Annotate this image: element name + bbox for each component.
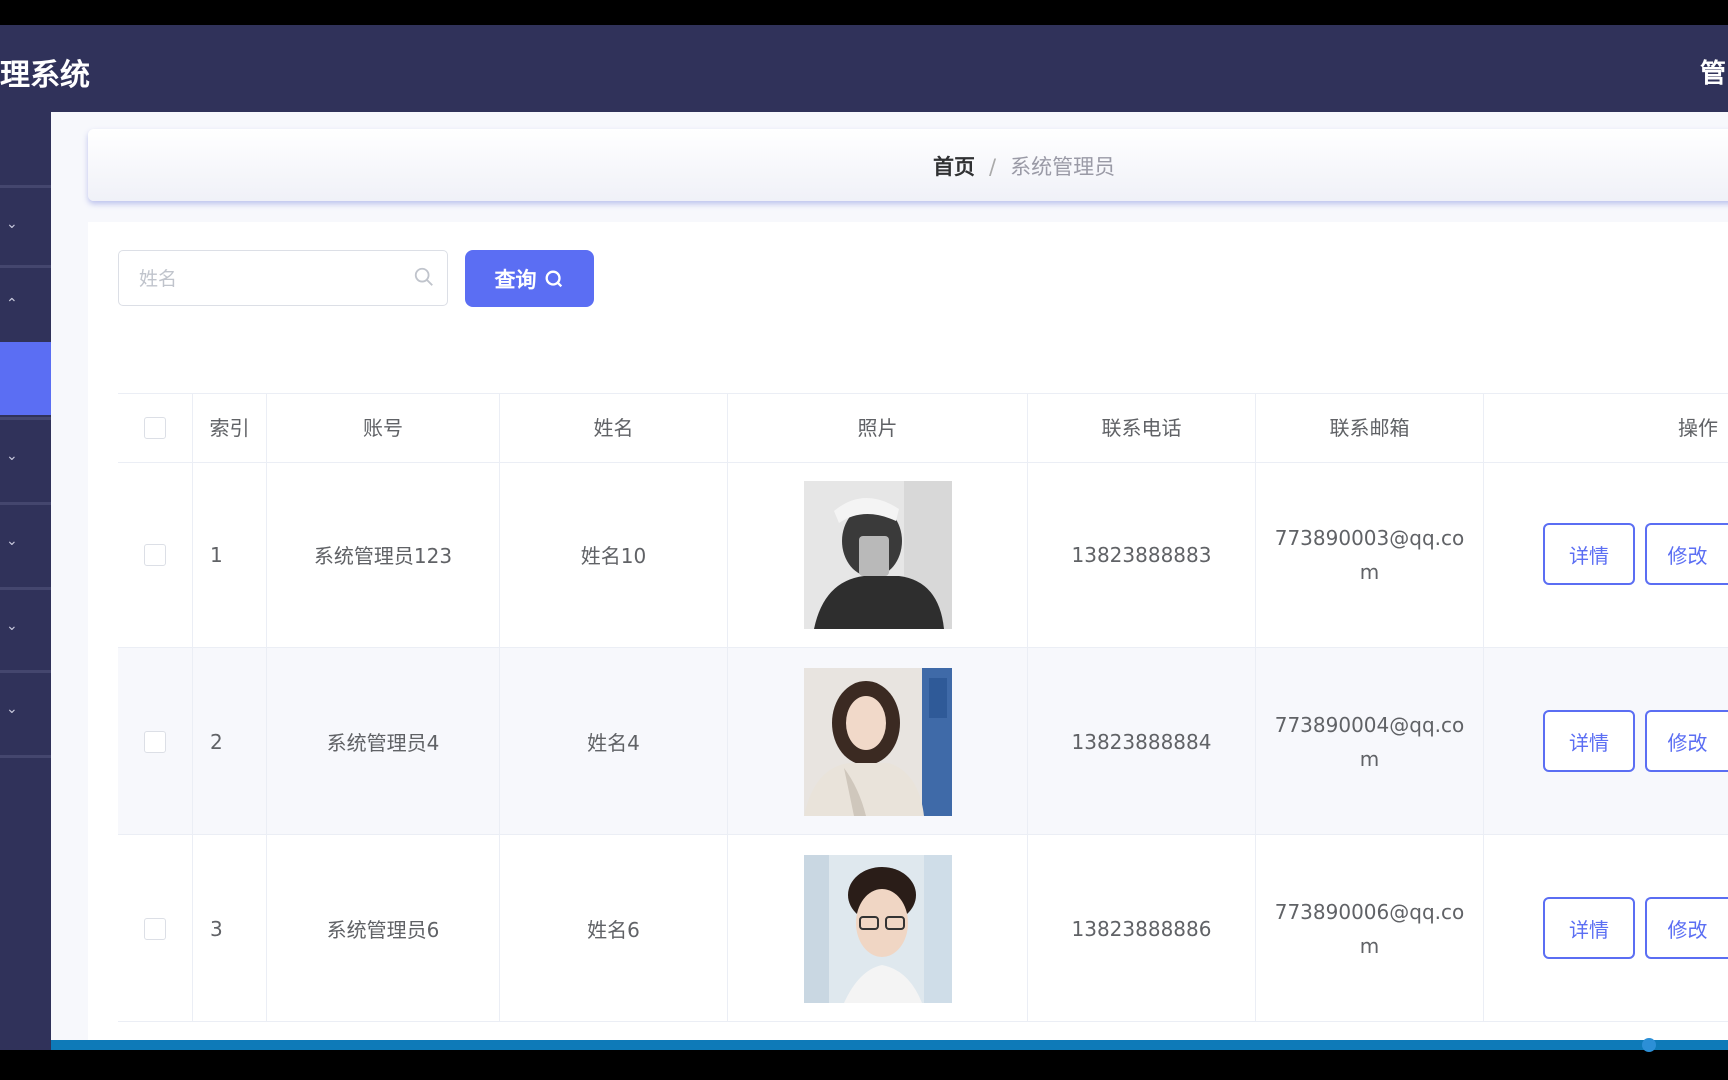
scroll-handle[interactable] — [1642, 1038, 1656, 1052]
sidebar-item-5[interactable]: ⌄ — [0, 587, 51, 670]
sidebar: ⌄ ⌃ ⌄ ⌄ ⌄ ⌄ — [0, 112, 51, 1050]
search-icon — [545, 270, 562, 287]
row-email-cell: 773890003@qq.com — [1256, 461, 1484, 648]
row-name: 姓名6 — [500, 835, 728, 1022]
chevron-up-icon: ⌃ — [6, 296, 18, 312]
row-actions: 详情 修改 — [1484, 648, 1728, 835]
row-index: 1 — [193, 461, 267, 648]
user-photo[interactable] — [803, 480, 952, 629]
header-index: 索引 — [193, 394, 267, 462]
app-title: 理系统 — [0, 58, 90, 93]
row-email-cell: 773890006@qq.com — [1256, 835, 1484, 1022]
row-photo-cell — [728, 461, 1028, 648]
row-account: 系统管理员123 — [267, 461, 500, 648]
edit-button[interactable]: 修改 — [1645, 897, 1728, 959]
breadcrumb-separator: / — [989, 155, 997, 179]
table-header: 索引 账号 姓名 照片 联系电话 联系邮箱 操作 — [118, 393, 1728, 463]
top-header: 理系统 管 — [0, 25, 1728, 112]
header-select-all — [118, 394, 193, 462]
row-name: 姓名4 — [500, 648, 728, 835]
search-input[interactable] — [137, 265, 401, 293]
row-checkbox[interactable] — [144, 730, 166, 753]
edit-button[interactable]: 修改 — [1645, 710, 1728, 772]
query-button[interactable]: 查询 — [465, 250, 594, 307]
sidebar-item-1[interactable]: ⌄ — [0, 185, 51, 268]
sidebar-item-3[interactable]: ⌄ — [0, 417, 51, 500]
select-all-checkbox[interactable] — [144, 417, 166, 439]
row-account: 系统管理员6 — [267, 835, 500, 1022]
app-window: 理系统 管 ⌄ ⌃ ⌄ ⌄ ⌄ ⌄ 首页 / 系统管理员 查询 — [0, 25, 1728, 1050]
chevron-down-icon: ⌄ — [6, 216, 18, 232]
query-button-label: 查询 — [494, 267, 537, 292]
row-phone: 13823888886 — [1028, 835, 1256, 1022]
row-index: 3 — [193, 835, 267, 1022]
row-phone: 13823888884 — [1028, 648, 1256, 835]
row-checkbox[interactable] — [144, 543, 166, 566]
row-email: 773890006@qq.com — [1274, 899, 1465, 958]
header-email: 联系邮箱 — [1256, 394, 1484, 462]
row-photo-cell — [728, 835, 1028, 1022]
header-actions: 操作 — [1678, 416, 1718, 440]
row-email: 773890004@qq.com — [1274, 712, 1465, 771]
sidebar-item-active[interactable] — [0, 342, 51, 415]
sidebar-item-6[interactable]: ⌄ — [0, 670, 51, 753]
sidebar-item-2[interactable]: ⌃ — [0, 265, 51, 348]
row-select-cell — [118, 835, 193, 1022]
row-checkbox[interactable] — [144, 917, 166, 940]
chevron-down-icon: ⌄ — [6, 448, 18, 464]
table-row: 3 系统管理员6 姓名6 13823888886 773890006@qq.co… — [118, 835, 1728, 1022]
header-account: 账号 — [267, 394, 500, 462]
row-email-cell: 773890004@qq.com — [1256, 648, 1484, 835]
table-row: 2 系统管理员4 姓名4 13823888884 773890004@qq.co… — [118, 648, 1728, 835]
row-account: 系统管理员4 — [267, 648, 500, 835]
sidebar-divider — [0, 755, 51, 766]
search-input-wrapper[interactable] — [118, 250, 448, 306]
edit-button[interactable]: 修改 — [1645, 523, 1728, 585]
row-select-cell — [118, 461, 193, 648]
detail-button[interactable]: 详情 — [1543, 710, 1635, 772]
header-phone: 联系电话 — [1028, 394, 1256, 462]
user-photo[interactable] — [803, 854, 952, 1003]
row-actions: 详情 修改 — [1484, 835, 1728, 1022]
breadcrumb: 首页 / 系统管理员 — [933, 151, 1115, 181]
row-email: 773890003@qq.com — [1274, 525, 1465, 584]
detail-button[interactable]: 详情 — [1543, 897, 1635, 959]
chevron-down-icon: ⌄ — [6, 701, 18, 717]
header-photo: 照片 — [728, 394, 1028, 462]
row-select-cell — [118, 648, 193, 835]
row-index: 2 — [193, 648, 267, 835]
row-actions: 详情 修改 — [1484, 461, 1728, 648]
breadcrumb-bar: 首页 / 系统管理员 — [88, 129, 1728, 201]
search-icon — [414, 267, 433, 286]
table-row: 1 系统管理员123 姓名10 13823888883 773890003@qq… — [118, 461, 1728, 648]
row-name: 姓名10 — [500, 461, 728, 648]
row-photo-cell — [728, 648, 1028, 835]
chevron-down-icon: ⌄ — [6, 618, 18, 634]
user-photo[interactable] — [803, 667, 952, 816]
breadcrumb-current: 系统管理员 — [1010, 155, 1116, 179]
breadcrumb-home[interactable]: 首页 — [933, 155, 975, 179]
sidebar-item-4[interactable]: ⌄ — [0, 502, 51, 585]
row-phone: 13823888883 — [1028, 461, 1256, 648]
chevron-down-icon: ⌄ — [6, 533, 18, 549]
horizontal-scrollbar[interactable] — [51, 1040, 1728, 1050]
detail-button[interactable]: 详情 — [1543, 523, 1635, 585]
user-menu[interactable]: 管 — [1700, 53, 1726, 90]
header-name: 姓名 — [500, 394, 728, 462]
